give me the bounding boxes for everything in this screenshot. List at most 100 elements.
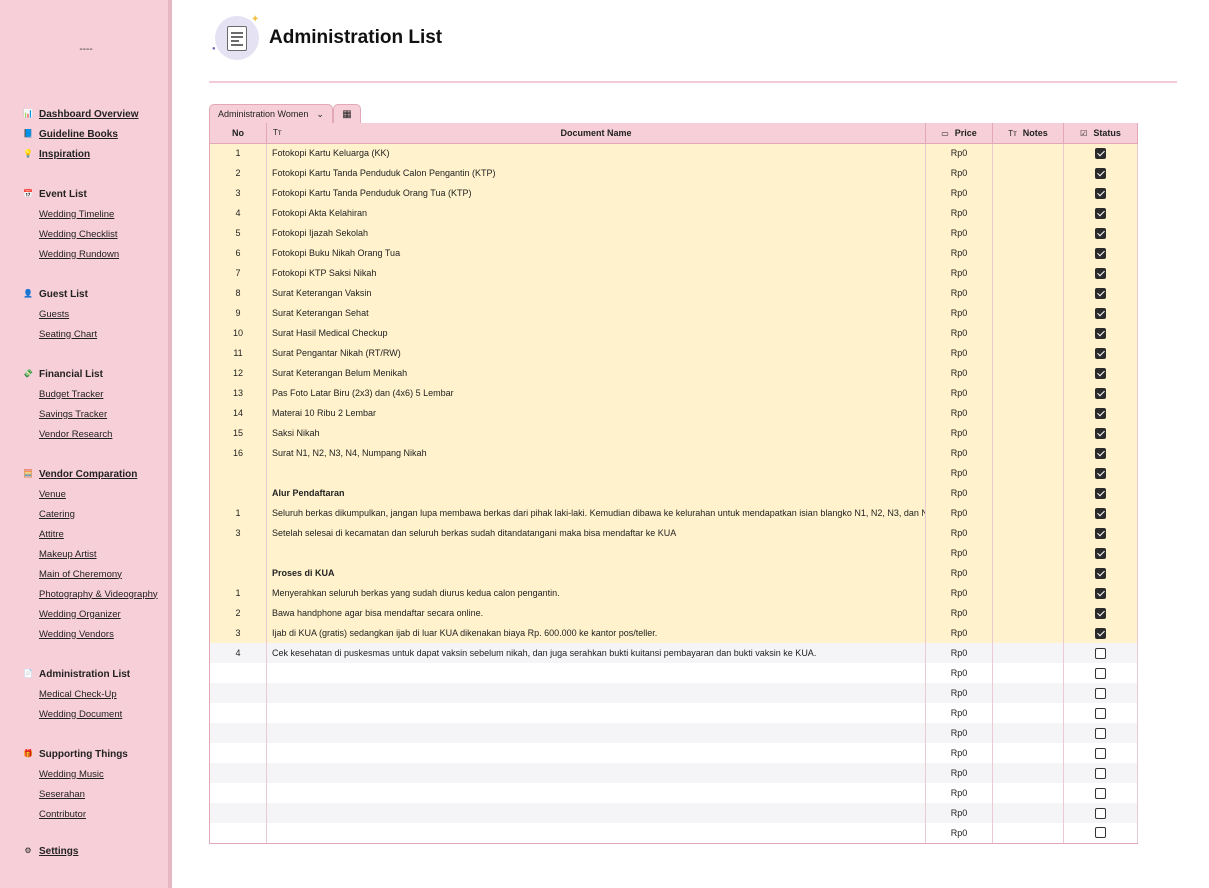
cell-price[interactable]: Rp0: [925, 283, 993, 303]
cell-no[interactable]: 1: [209, 143, 267, 163]
sidebar-item-wedding-organizer[interactable]: Wedding Organizer: [22, 604, 170, 624]
sidebar-item-catering[interactable]: Catering: [22, 504, 170, 524]
cell-document-name[interactable]: Surat Keterangan Belum Menikah: [266, 363, 926, 383]
table-row[interactable]: Rp0: [209, 803, 1138, 823]
sidebar-item-wedding-rundown[interactable]: Wedding Rundown: [22, 244, 170, 264]
status-checkbox-checked[interactable]: [1095, 247, 1106, 259]
status-checkbox[interactable]: [1095, 827, 1106, 839]
table-row[interactable]: Rp0: [209, 823, 1138, 844]
table-row[interactable]: Rp0: [209, 543, 1138, 563]
sidebar-item-medical-check-up[interactable]: Medical Check-Up: [22, 684, 170, 704]
cell-price[interactable]: Rp0: [925, 203, 993, 223]
cell-notes[interactable]: [992, 243, 1064, 263]
status-checkbox-checked[interactable]: [1095, 387, 1106, 399]
cell-notes[interactable]: [992, 523, 1064, 543]
cell-price[interactable]: Rp0: [925, 723, 993, 743]
status-checkbox-checked[interactable]: [1095, 527, 1106, 539]
table-row[interactable]: 13 Pas Foto Latar Biru (2x3) dan (4x6) 5 …: [209, 383, 1138, 403]
cell-no[interactable]: [209, 803, 267, 823]
cell-document-name[interactable]: Surat N1, N2, N3, N4, Numpang Nikah: [266, 443, 926, 463]
cell-price[interactable]: Rp0: [925, 603, 993, 623]
cell-no[interactable]: 10: [209, 323, 267, 343]
cell-document-name[interactable]: Menyerahkan seluruh berkas yang sudah di…: [266, 583, 926, 603]
table-row[interactable]: 12 Surat Keterangan Belum Menikah Rp0: [209, 363, 1138, 383]
cell-price[interactable]: Rp0: [925, 423, 993, 443]
cell-price[interactable]: Rp0: [925, 363, 993, 383]
cell-price[interactable]: Rp0: [925, 663, 993, 683]
cell-no[interactable]: 9: [209, 303, 267, 323]
column-header-no[interactable]: No: [209, 123, 267, 144]
cell-notes[interactable]: [992, 303, 1064, 323]
cell-price[interactable]: Rp0: [925, 483, 993, 503]
cell-no[interactable]: 1: [209, 503, 267, 523]
cell-notes[interactable]: [992, 803, 1064, 823]
status-checkbox[interactable]: [1095, 727, 1106, 739]
cell-notes[interactable]: [992, 463, 1064, 483]
cell-price[interactable]: Rp0: [925, 783, 993, 803]
table-row[interactable]: Rp0: [209, 743, 1138, 763]
cell-price[interactable]: Rp0: [925, 343, 993, 363]
cell-no[interactable]: [209, 543, 267, 563]
table-row[interactable]: 16 Surat N1, N2, N3, N4, Numpang Nikah Rp0: [209, 443, 1138, 463]
status-checkbox[interactable]: [1095, 707, 1106, 719]
cell-no[interactable]: 11: [209, 343, 267, 363]
cell-no[interactable]: 7: [209, 263, 267, 283]
status-checkbox-checked[interactable]: [1095, 627, 1106, 639]
table-row[interactable]: 11 Surat Pengantar Nikah (RT/RW) Rp0: [209, 343, 1138, 363]
table-row[interactable]: Rp0: [209, 703, 1138, 723]
sidebar-item-wedding-document[interactable]: Wedding Document: [22, 704, 170, 724]
cell-no[interactable]: 13: [209, 383, 267, 403]
cell-price[interactable]: Rp0: [925, 823, 993, 844]
cell-notes[interactable]: [992, 383, 1064, 403]
cell-notes[interactable]: [992, 643, 1064, 663]
column-header-status[interactable]: ☑ Status: [1063, 123, 1138, 144]
cell-notes[interactable]: [992, 583, 1064, 603]
sidebar-item-makeup-artist[interactable]: Makeup Artist: [22, 544, 170, 564]
cell-document-name[interactable]: [266, 763, 926, 783]
cell-document-name[interactable]: Bawa handphone agar bisa mendaftar secar…: [266, 603, 926, 623]
cell-document-name[interactable]: Surat Pengantar Nikah (RT/RW): [266, 343, 926, 363]
status-checkbox-checked[interactable]: [1095, 367, 1106, 379]
cell-no[interactable]: 14: [209, 403, 267, 423]
table-row[interactable]: 5 Fotokopi Ijazah Sekolah Rp0: [209, 223, 1138, 243]
cell-document-name[interactable]: Fotokopi Kartu Tanda Penduduk Calon Peng…: [266, 163, 926, 183]
cell-document-name[interactable]: [266, 543, 926, 563]
cell-document-name[interactable]: [266, 783, 926, 803]
cell-no[interactable]: 12: [209, 363, 267, 383]
cell-no[interactable]: [209, 743, 267, 763]
cell-no[interactable]: [209, 703, 267, 723]
cell-notes[interactable]: [992, 763, 1064, 783]
status-checkbox-checked[interactable]: [1095, 287, 1106, 299]
cell-notes[interactable]: [992, 403, 1064, 423]
sidebar-item-budget-tracker[interactable]: Budget Tracker: [22, 384, 170, 404]
status-checkbox-checked[interactable]: [1095, 227, 1106, 239]
table-row[interactable]: 4 Fotokopi Akta Kelahiran Rp0: [209, 203, 1138, 223]
cell-no[interactable]: 6: [209, 243, 267, 263]
sidebar-item-contributor[interactable]: Contributor: [22, 804, 170, 824]
cell-no[interactable]: [209, 483, 267, 503]
table-row[interactable]: 15 Saksi Nikah Rp0: [209, 423, 1138, 443]
cell-notes[interactable]: [992, 143, 1064, 163]
table-row[interactable]: Rp0: [209, 723, 1138, 743]
table-row[interactable]: 10 Surat Hasil Medical Checkup Rp0: [209, 323, 1138, 343]
cell-notes[interactable]: [992, 703, 1064, 723]
cell-no[interactable]: 15: [209, 423, 267, 443]
table-row[interactable]: Rp0: [209, 463, 1138, 483]
cell-price[interactable]: Rp0: [925, 503, 993, 523]
cell-notes[interactable]: [992, 823, 1064, 844]
sidebar-item-vendor-comparation[interactable]: 🧮 Vendor Comparation: [22, 464, 170, 484]
cell-notes[interactable]: [992, 543, 1064, 563]
status-checkbox-checked[interactable]: [1095, 547, 1106, 559]
cell-notes[interactable]: [992, 183, 1064, 203]
cell-price[interactable]: Rp0: [925, 803, 993, 823]
cell-document-name[interactable]: Surat Hasil Medical Checkup: [266, 323, 926, 343]
status-checkbox[interactable]: [1095, 687, 1106, 699]
status-checkbox[interactable]: [1095, 787, 1106, 799]
cell-document-name[interactable]: Fotokopi Kartu Keluarga (KK): [266, 143, 926, 163]
cell-price[interactable]: Rp0: [925, 403, 993, 423]
cell-no[interactable]: 3: [209, 523, 267, 543]
sidebar-item-seating-chart[interactable]: Seating Chart: [22, 324, 170, 344]
sidebar-item-guideline-books[interactable]: 📘 Guideline Books: [22, 124, 170, 144]
sidebar-item-main-of-cheremony[interactable]: Main of Cheremony: [22, 564, 170, 584]
cell-price[interactable]: Rp0: [925, 223, 993, 243]
